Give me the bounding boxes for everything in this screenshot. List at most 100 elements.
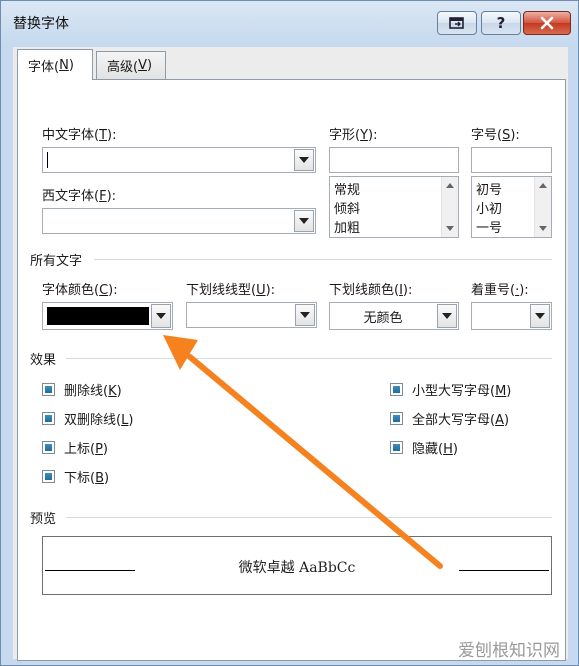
style-label-key: Y: [360, 128, 369, 143]
list-item[interactable]: 小初: [476, 198, 502, 217]
scroll-down-icon[interactable]: [539, 226, 547, 231]
restore-icon: [449, 17, 464, 29]
effect-label-key: M: [495, 384, 507, 399]
subscript-label[interactable]: 下标(B): [64, 467, 109, 486]
effect-label-text: 小型大写字母(: [412, 384, 496, 399]
scroll-up-icon[interactable]: [446, 183, 454, 188]
emphasis-label-text: 着重号(: [471, 283, 516, 298]
checkbox-fill: [393, 415, 400, 422]
west-font-dropdown-button[interactable]: [294, 210, 314, 232]
size-input[interactable]: [471, 147, 552, 173]
font-color-dropdown-button[interactable]: [151, 304, 171, 328]
section-divider: [66, 358, 552, 359]
effect-label-key: K: [108, 384, 117, 399]
list-item[interactable]: 倾斜: [334, 198, 360, 217]
watermark: 爱刨根知识网: [458, 641, 560, 661]
tab-advanced[interactable]: 高级(V): [96, 51, 166, 79]
list-item[interactable]: 初号: [476, 179, 502, 198]
effect-label-text: 下标(: [64, 471, 96, 486]
underline-type-label-end: ):: [265, 283, 276, 298]
close-icon: [540, 16, 554, 30]
list-item[interactable]: 加粗: [334, 217, 360, 236]
underline-type-combo[interactable]: [186, 302, 317, 328]
effect-label-key: H: [443, 442, 453, 457]
tab-font-label: 字体(: [28, 59, 60, 75]
underline-type-label-text: 下划线线型(: [186, 283, 257, 298]
checkbox-fill: [45, 386, 52, 393]
list-item[interactable]: 常规: [334, 179, 360, 198]
size-list[interactable]: 初号 小初 一号: [471, 176, 552, 238]
underline-type-dropdown-button[interactable]: [295, 304, 315, 326]
tab-advanced-label: 高级(: [107, 60, 139, 75]
style-list[interactable]: 常规 倾斜 加粗: [329, 176, 459, 238]
hidden-label[interactable]: 隐藏(H): [412, 438, 458, 457]
font-color-label-text: 字体颜色(: [42, 283, 100, 298]
chevron-down-icon: [156, 313, 166, 319]
cn-font-label-text: 中文字体(: [42, 128, 100, 143]
effects-section-title: 效果: [30, 353, 57, 368]
title-bar[interactable]: 替换字体 ?: [1, 1, 578, 45]
size-list-scrollbar[interactable]: [534, 177, 551, 237]
emphasis-dropdown-button[interactable]: [530, 304, 550, 328]
effect-label-end: ): [116, 384, 122, 399]
size-label-text: 字号(: [471, 128, 503, 143]
underline-color-label-text: 下划线颜色(: [329, 283, 400, 298]
west-font-combo[interactable]: [42, 208, 316, 234]
superscript-label[interactable]: 上标(P): [64, 438, 108, 457]
replace-font-dialog: 替换字体 ? 字体(N) 高级(V) 中文字体(T): 西文字体(F): 字…: [0, 0, 579, 666]
subscript-checkbox[interactable]: [42, 470, 55, 483]
tab-advanced-end: ): [146, 58, 153, 73]
effect-label-key: P: [95, 442, 103, 457]
cn-font-label-end: ):: [107, 128, 117, 143]
style-input[interactable]: [329, 147, 459, 173]
cn-font-label: 中文字体(T):: [42, 124, 116, 143]
style-list-scrollbar[interactable]: [441, 177, 458, 237]
cn-font-combo[interactable]: [42, 147, 316, 173]
preview-section-title: 预览: [30, 512, 57, 527]
underline-color-label-end: ):: [402, 283, 413, 298]
small-caps-checkbox[interactable]: [390, 383, 403, 396]
effect-label-text: 删除线(: [64, 384, 109, 399]
cn-font-dropdown-button[interactable]: [294, 149, 314, 171]
superscript-checkbox[interactable]: [42, 441, 55, 454]
tab-advanced-key: V: [138, 58, 147, 73]
font-color-label-end: ):: [108, 283, 118, 298]
effect-label-key: B: [95, 471, 104, 486]
font-color-combo[interactable]: [42, 302, 173, 330]
close-button[interactable]: [523, 11, 571, 35]
tab-font[interactable]: 字体(N): [17, 49, 93, 80]
underline-color-dropdown-button[interactable]: [437, 304, 457, 328]
scroll-down-icon[interactable]: [446, 226, 454, 231]
all-caps-checkbox[interactable]: [390, 412, 403, 425]
text-caret: [47, 152, 48, 168]
all-text-section-title: 所有文字: [30, 254, 83, 269]
underline-type-label-key: U: [256, 283, 266, 298]
strikethrough-checkbox[interactable]: [42, 383, 55, 396]
effect-label-text: 上标(: [64, 442, 96, 457]
hidden-checkbox[interactable]: [390, 441, 403, 454]
underline-color-label: 下划线颜色(I):: [329, 279, 412, 298]
effect-label-text: 隐藏(: [412, 442, 444, 457]
all-caps-label[interactable]: 全部大写字母(A): [412, 409, 509, 428]
section-divider: [66, 517, 552, 518]
window-title: 替换字体: [13, 16, 69, 32]
scroll-up-icon[interactable]: [539, 183, 547, 188]
restore-button[interactable]: [437, 11, 477, 35]
double-strikethrough-checkbox[interactable]: [42, 412, 55, 425]
double-strikethrough-label[interactable]: 双删除线(L): [64, 409, 133, 428]
cn-font-label-key: T: [99, 128, 108, 143]
emphasis-label: 着重号(·):: [471, 279, 529, 298]
underline-color-combo[interactable]: 无颜色: [329, 302, 459, 330]
effect-label-end: ): [452, 442, 458, 457]
help-button[interactable]: ?: [481, 11, 521, 35]
small-caps-label[interactable]: 小型大写字母(M): [412, 380, 511, 399]
list-item[interactable]: 一号: [476, 217, 502, 236]
emphasis-combo[interactable]: [471, 302, 552, 330]
west-font-label-text: 西文字体(: [42, 189, 100, 204]
strikethrough-label[interactable]: 删除线(K): [64, 380, 122, 399]
effect-label-text: 双删除线(: [64, 413, 122, 428]
checkbox-fill: [393, 444, 400, 451]
style-label-text: 字形(: [329, 128, 361, 143]
underline-color-value: 无颜色: [363, 311, 403, 326]
effect-label-end: ): [506, 384, 512, 399]
